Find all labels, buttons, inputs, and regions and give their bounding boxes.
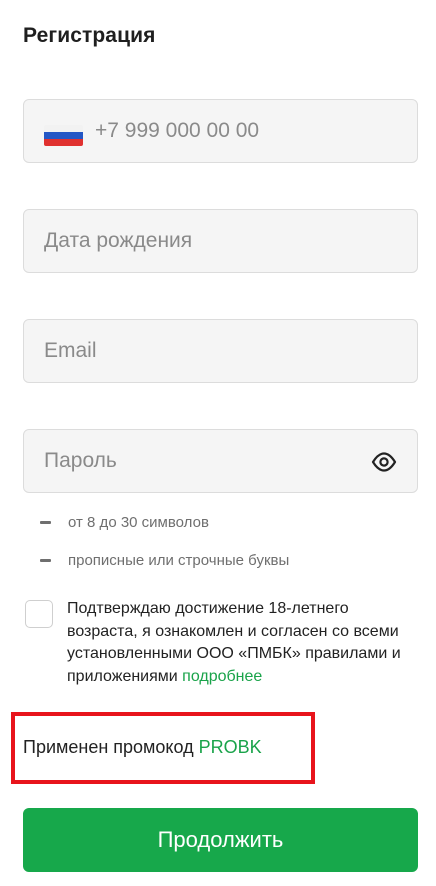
phone-field[interactable] (23, 99, 418, 163)
consent-text-block: Подтверждаю достижение 18-летнего возрас… (67, 598, 412, 688)
eye-icon[interactable] (371, 449, 397, 475)
registration-page: Регистрация от 8 до 30 символов прописны… (0, 0, 436, 886)
promo-label: Применен промокод (23, 737, 194, 757)
password-field[interactable] (23, 429, 418, 493)
continue-button[interactable]: Продолжить (23, 808, 418, 872)
phone-input[interactable] (24, 100, 417, 162)
email-input[interactable] (24, 320, 417, 382)
dash-icon (40, 520, 51, 524)
password-hint: прописные или строчные буквы (40, 550, 289, 570)
password-input[interactable] (24, 430, 417, 492)
email-field[interactable] (23, 319, 418, 383)
birth-date-field[interactable] (23, 209, 418, 273)
password-hint-text: от 8 до 30 символов (68, 513, 209, 531)
dash-icon (40, 558, 51, 562)
more-details-link[interactable]: подробнее (182, 668, 262, 685)
birth-date-input[interactable] (24, 210, 417, 272)
consent-checkbox[interactable] (25, 600, 53, 628)
promo-status: Применен промокод PROBK (23, 737, 262, 758)
password-hint-text: прописные или строчные буквы (68, 551, 290, 569)
password-hint: от 8 до 30 символов (40, 512, 209, 532)
promo-code: PROBK (198, 737, 262, 757)
page-title: Регистрация (23, 24, 156, 47)
